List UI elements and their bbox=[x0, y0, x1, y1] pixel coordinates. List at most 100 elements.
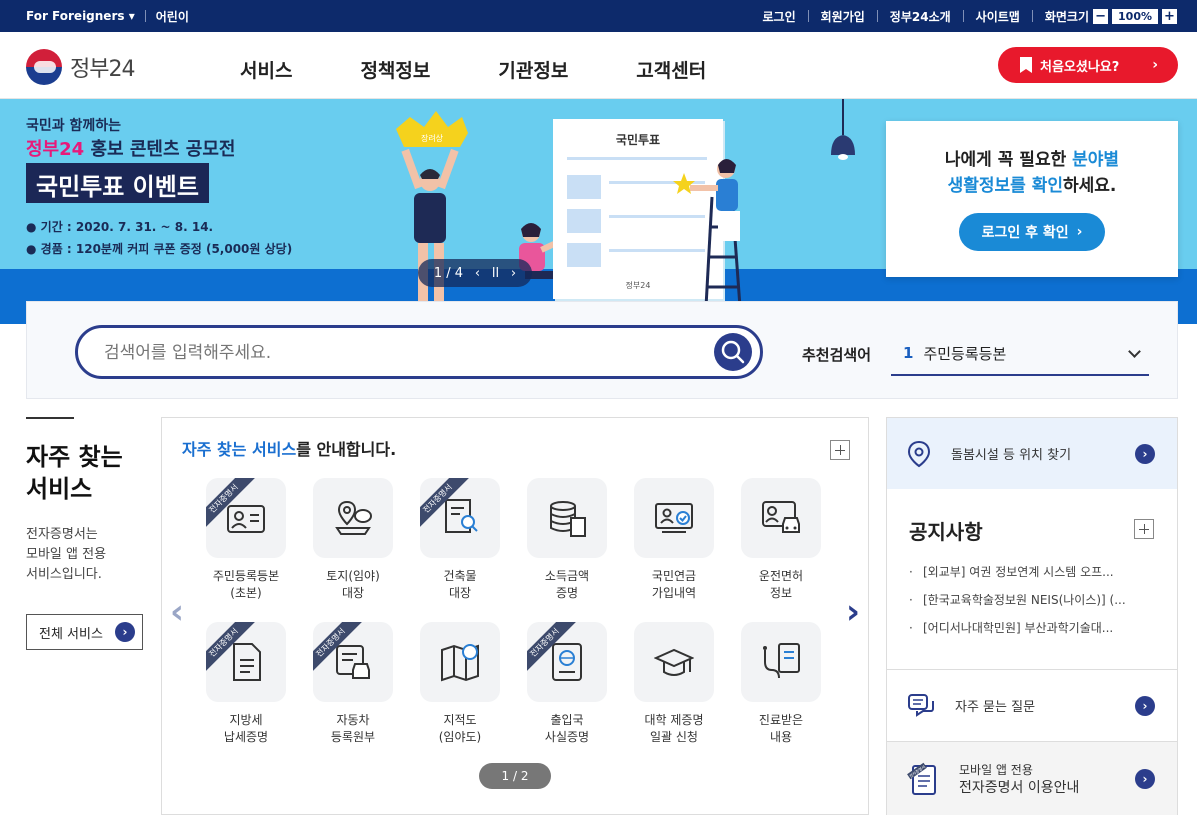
search-button[interactable] bbox=[714, 333, 752, 371]
first-visit-button[interactable]: 처음오셨나요? › bbox=[998, 47, 1178, 83]
service-label: 진료받은 내용 bbox=[758, 713, 804, 744]
next-page-button[interactable]: › bbox=[846, 592, 860, 632]
signup-link[interactable]: 회원가입 bbox=[821, 8, 865, 25]
slide-pause-button[interactable]: ll bbox=[492, 266, 499, 281]
search-input[interactable] bbox=[104, 340, 664, 366]
utility-bar: For Foreigners ▾ 어린이 로그인 회원가입 정부24소개 사이트… bbox=[0, 0, 1197, 32]
service-icon-tile: 전자증명서 bbox=[527, 622, 607, 702]
login-link[interactable]: 로그인 bbox=[763, 8, 796, 25]
graduation-cap-icon bbox=[654, 648, 694, 676]
service-icon-tile bbox=[527, 478, 607, 558]
prev-page-button[interactable]: ‹ bbox=[170, 592, 184, 632]
keyword-rank: 1 bbox=[903, 344, 914, 362]
scroll-car-icon bbox=[336, 645, 370, 679]
service-item[interactable]: 지적도 (임야도) bbox=[419, 622, 501, 746]
service-icon-tile: 전자증명서 bbox=[420, 478, 500, 558]
chat-bubbles-icon bbox=[908, 693, 934, 717]
service-label: 소득금액 증명 bbox=[544, 569, 590, 600]
zoom-control: 화면크기 − 100% + bbox=[1045, 8, 1177, 25]
search-icon bbox=[721, 340, 745, 364]
zoom-out-button[interactable]: − bbox=[1093, 8, 1109, 24]
divider bbox=[807, 10, 809, 22]
service-item[interactable]: 대학 제증명 일괄 신청 bbox=[633, 622, 715, 746]
nav-policy[interactable]: 정책정보 bbox=[360, 56, 430, 83]
service-item[interactable]: 토지(임야) 대장 bbox=[312, 478, 394, 602]
database-doc-icon bbox=[550, 501, 586, 537]
license-car-icon bbox=[762, 501, 800, 533]
divider bbox=[144, 10, 146, 22]
divider bbox=[26, 417, 74, 419]
panel-title: 자주 찾는 서비스를 안내합니다. bbox=[182, 440, 397, 459]
service-item[interactable]: 전자증명서 주민등록등본 (초본) bbox=[205, 478, 287, 602]
map-search-icon bbox=[441, 644, 479, 682]
notice-item[interactable]: [외교부] 여권 정보연계 시스템 오프... bbox=[909, 562, 1159, 590]
for-foreigners-dropdown[interactable]: For Foreigners ▾ bbox=[26, 9, 135, 23]
service-icon-tile bbox=[634, 622, 714, 702]
service-item[interactable]: 소득금액 증명 bbox=[526, 478, 608, 602]
location-finder-link[interactable]: 돌봄시설 등 위치 찾기 › bbox=[887, 418, 1177, 489]
paper-title: 국민투표 bbox=[615, 133, 661, 147]
logo-text: 정부24 bbox=[70, 57, 135, 82]
service-item[interactable]: 운전면허 정보 bbox=[740, 478, 822, 602]
chevron-right-icon: › bbox=[1152, 57, 1158, 73]
notice-item[interactable]: [어디서나대학민원] 부산과학기술대... bbox=[909, 618, 1159, 646]
e-certificate-icon: 전자증명서 bbox=[907, 762, 936, 795]
service-label: 주민등록등본 (초본) bbox=[212, 569, 280, 600]
more-services-button[interactable] bbox=[830, 440, 850, 460]
zoom-in-button[interactable]: + bbox=[1162, 8, 1177, 24]
keyword-text: 주민등록등본 bbox=[923, 344, 1007, 363]
service-label: 자동차 등록원부 bbox=[330, 713, 376, 744]
service-item[interactable]: 전자증명서 건축물 대장 bbox=[419, 478, 501, 602]
personalized-info-card: 나에게 꼭 필요한 분야별 생활정보를 확인하세요. 로그인 후 확인 › bbox=[886, 121, 1178, 277]
service-item[interactable]: 전자증명서 출입국 사실증명 bbox=[526, 622, 608, 746]
all-services-button[interactable]: 전체 서비스 › bbox=[26, 614, 143, 650]
mobile-certificate-guide-link[interactable]: 전자증명서 모바일 앱 전용 전자증명서 이용안내 › bbox=[887, 741, 1177, 815]
about-link[interactable]: 정부24소개 bbox=[890, 8, 951, 25]
site-logo[interactable]: 정부24 bbox=[26, 49, 135, 85]
right-sidebar: 돌봄시설 등 위치 찾기 › 공지사항 [외교부] 여권 정보연계 시스템 오프… bbox=[886, 417, 1178, 815]
kids-link[interactable]: 어린이 bbox=[156, 8, 189, 25]
banner-info: ● 기간 : 2020. 7. 31. ~ 8. 14. ● 경품 : 120분… bbox=[26, 216, 292, 260]
slide-next-button[interactable]: › bbox=[511, 266, 516, 281]
more-notices-button[interactable] bbox=[1134, 519, 1154, 539]
zoom-label: 화면크기 bbox=[1044, 9, 1090, 24]
service-item[interactable]: 국민연금 가입내역 bbox=[633, 478, 715, 602]
nav-services[interactable]: 서비스 bbox=[240, 56, 292, 83]
faq-link[interactable]: 자주 묻는 질문 › bbox=[887, 669, 1177, 741]
banner-slider-control: 1 / 4 ‹ ll › bbox=[418, 259, 532, 287]
divider bbox=[876, 10, 878, 22]
passport-icon bbox=[552, 643, 582, 681]
service-icon-tile: 전자증명서 bbox=[206, 622, 286, 702]
notice-heading: 공지사항 bbox=[909, 520, 983, 544]
slide-prev-button[interactable]: ‹ bbox=[475, 266, 480, 281]
chevron-right-icon: › bbox=[114, 622, 135, 642]
taegeuk-logo-icon bbox=[26, 49, 62, 85]
recommended-label: 추천검색어 bbox=[802, 346, 872, 364]
service-item[interactable]: 진료받은 내용 bbox=[740, 622, 822, 746]
chevron-right-icon: › bbox=[1135, 768, 1155, 789]
notice-item[interactable]: [한국교육학술정보원 NEIS(나이스)] (... bbox=[909, 590, 1159, 618]
banner-subtitle: 국민과 함께하는 bbox=[26, 118, 122, 134]
sitemap-link[interactable]: 사이트맵 bbox=[976, 8, 1020, 25]
utility-right: 로그인 회원가입 정부24소개 사이트맵 화면크기 − 100% + bbox=[763, 0, 1177, 32]
recommended-keyword-select[interactable]: 1 주민등록등본 bbox=[891, 332, 1149, 376]
login-check-button[interactable]: 로그인 후 확인 › bbox=[959, 213, 1105, 251]
service-label: 지방세 납세증명 bbox=[223, 713, 269, 744]
divider bbox=[1031, 10, 1033, 22]
service-label: 대학 제증명 일괄 신청 bbox=[644, 713, 704, 744]
service-item[interactable]: 전자증명서지방세 납세증명 bbox=[205, 622, 287, 746]
caret-down-icon: ▾ bbox=[128, 9, 135, 23]
map-pin-chat-icon bbox=[335, 500, 372, 535]
document-search-icon bbox=[445, 499, 478, 533]
section-description: 전자증명서는 모바일 앱 전용 서비스입니다. bbox=[26, 527, 107, 582]
stethoscope-icon bbox=[763, 643, 800, 679]
id-card-icon bbox=[227, 505, 265, 533]
service-label: 운전면허 정보 bbox=[758, 569, 804, 600]
chevron-right-icon: › bbox=[1076, 224, 1083, 240]
page-indicator: 1 / 2 bbox=[479, 763, 551, 789]
nav-support[interactable]: 고객센터 bbox=[636, 56, 706, 83]
service-item[interactable]: 전자증명서 자동차 등록원부 bbox=[312, 622, 394, 746]
bookmark-icon bbox=[1020, 57, 1032, 73]
nav-agency[interactable]: 기관정보 bbox=[498, 56, 568, 83]
banner-prize: ● 경품 : 120분께 커피 쿠폰 증정 (5,000원 상당) bbox=[26, 242, 293, 256]
